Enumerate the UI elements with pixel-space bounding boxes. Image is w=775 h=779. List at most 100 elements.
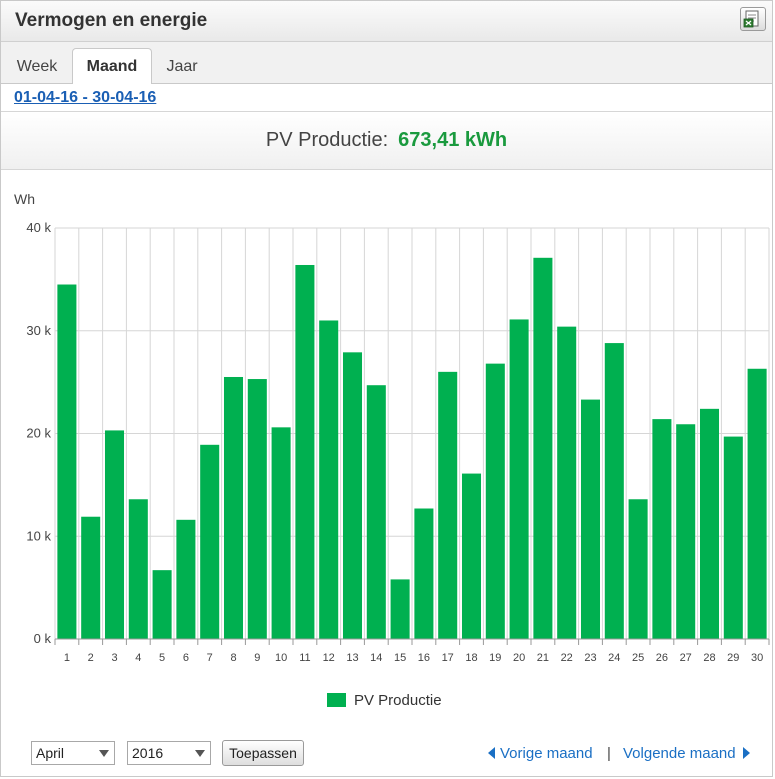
month-select[interactable]: April [31,741,115,765]
x-tick-label: 12 [323,652,335,664]
legend-label: PV Productie [354,692,442,709]
x-tick-label: 5 [159,652,165,664]
x-tick-label: 25 [632,652,644,664]
bar-day-13[interactable] [342,352,363,639]
bar-day-28[interactable] [699,408,720,639]
next-month-label: Volgende maand [623,745,736,762]
bar-day-23[interactable] [580,399,601,639]
bar-day-25[interactable] [628,499,648,639]
arrow-right-icon [742,747,750,759]
x-tick-label: 15 [394,652,406,664]
export-document-icon [743,10,759,28]
year-select[interactable]: 2016 [127,741,211,765]
period-controls: April 2016 Toepassen Vorige maand | Volg… [1,737,772,773]
bar-day-22[interactable] [557,326,577,639]
production-summary: PV Productie: 673,41 kWh [1,111,772,170]
bar-day-17[interactable] [438,371,458,639]
bar-day-18[interactable] [461,473,482,639]
y-tick-label: 20 k [26,426,51,441]
date-range-link[interactable]: 01-04-16 - 30-04-16 [14,89,156,107]
x-tick-label: 14 [370,652,382,664]
x-tick-label: 3 [111,652,117,664]
bar-day-14[interactable] [366,385,386,639]
month-select-value: April [36,745,65,761]
nav-separator: | [607,745,611,762]
bar-day-3[interactable] [104,430,125,639]
bar-day-7[interactable] [200,444,220,639]
legend-swatch [327,693,346,707]
x-tick-label: 7 [207,652,213,664]
y-tick-label: 40 k [26,220,51,235]
summary-value: 673,41 kWh [398,129,508,151]
x-tick-label: 2 [88,652,94,664]
bar-day-26[interactable] [652,419,672,639]
x-tick-label: 19 [489,652,501,664]
year-select-value: 2016 [132,745,164,761]
x-tick-label: 22 [561,652,573,664]
x-tick-label: 11 [299,652,310,664]
x-tick-label: 9 [254,652,260,664]
arrow-left-icon [488,747,495,759]
x-tick-label: 4 [135,652,141,664]
x-tick-label: 17 [442,652,454,664]
chart-svg: Wh 0 k10 k20 k30 k40 k1 2 3 4 5 6 7 8 9 10 11 12 13 1… [14,191,770,709]
x-tick-label: 20 [513,652,525,664]
y-axis-label: Wh [14,191,35,207]
x-tick-label: 16 [418,652,430,664]
period-tabs: Week Maand Jaar [1,42,772,84]
energy-panel: Vermogen en energie Week Maand Jaar 01-0… [0,0,773,777]
bar-day-30[interactable] [747,368,767,639]
tab-year[interactable]: Jaar [157,51,207,83]
x-tick-label: 29 [727,652,739,664]
bar-day-2[interactable] [81,516,101,639]
bar-day-20[interactable] [509,319,529,639]
bar-day-16[interactable] [414,508,434,639]
bar-day-8[interactable] [223,376,244,639]
panel-header: Vermogen en energie [1,1,772,42]
x-tick-label: 6 [183,652,189,664]
chevron-down-icon [99,750,109,757]
summary-label: PV Productie: [265,129,389,151]
previous-month-link[interactable]: Vorige maand [488,745,593,762]
bar-day-9[interactable] [247,379,267,639]
chevron-down-icon [195,750,205,757]
x-tick-label: 8 [230,652,236,664]
x-tick-label: 10 [275,652,287,664]
x-tick-label: 26 [656,652,668,664]
bar-day-15[interactable] [390,579,410,639]
y-tick-label: 0 k [34,631,52,646]
apply-button[interactable]: Toepassen [222,740,304,766]
bar-day-29[interactable] [723,436,743,639]
export-button[interactable] [740,7,766,31]
bar-day-19[interactable] [485,363,505,639]
panel-title: Vermogen en energie [15,10,208,31]
y-tick-label: 10 k [26,528,51,543]
x-tick-label: 30 [751,652,763,664]
tab-month[interactable]: Maand [72,48,152,84]
x-tick-label: 24 [608,652,620,664]
x-tick-label: 18 [465,652,477,664]
x-tick-label: 27 [680,652,692,664]
x-tick-label: 13 [346,652,358,664]
x-tick-label: 21 [537,652,549,664]
bar-day-6[interactable] [176,519,196,639]
bar-day-11[interactable] [295,264,315,639]
legend[interactable]: PV Productie [327,692,442,709]
summary-line: PV Productie: 673,41 kWh [1,129,772,152]
bar-chart: Wh 0 k 10 k 20 k 30 k 40 k 1 2 3 4 5 6 7 8 9 10 11 12 13 1… [1,169,772,729]
tab-week[interactable]: Week [7,51,67,83]
bar-day-4[interactable] [128,499,148,639]
bar-day-12[interactable] [319,320,339,639]
y-tick-label: 30 k [26,323,51,338]
bar-day-10[interactable] [271,427,291,639]
bar-day-24[interactable] [604,343,624,639]
x-tick-label: 28 [703,652,715,664]
bar-day-27[interactable] [676,424,696,639]
bar-day-5[interactable] [152,570,172,639]
x-tick-label: 23 [584,652,596,664]
bar-day-1[interactable] [57,284,77,639]
bar-day-21[interactable] [533,257,553,639]
x-tick-label: 1 [64,652,70,664]
next-month-link[interactable]: Volgende maand [623,745,750,762]
previous-month-label: Vorige maand [500,745,593,762]
